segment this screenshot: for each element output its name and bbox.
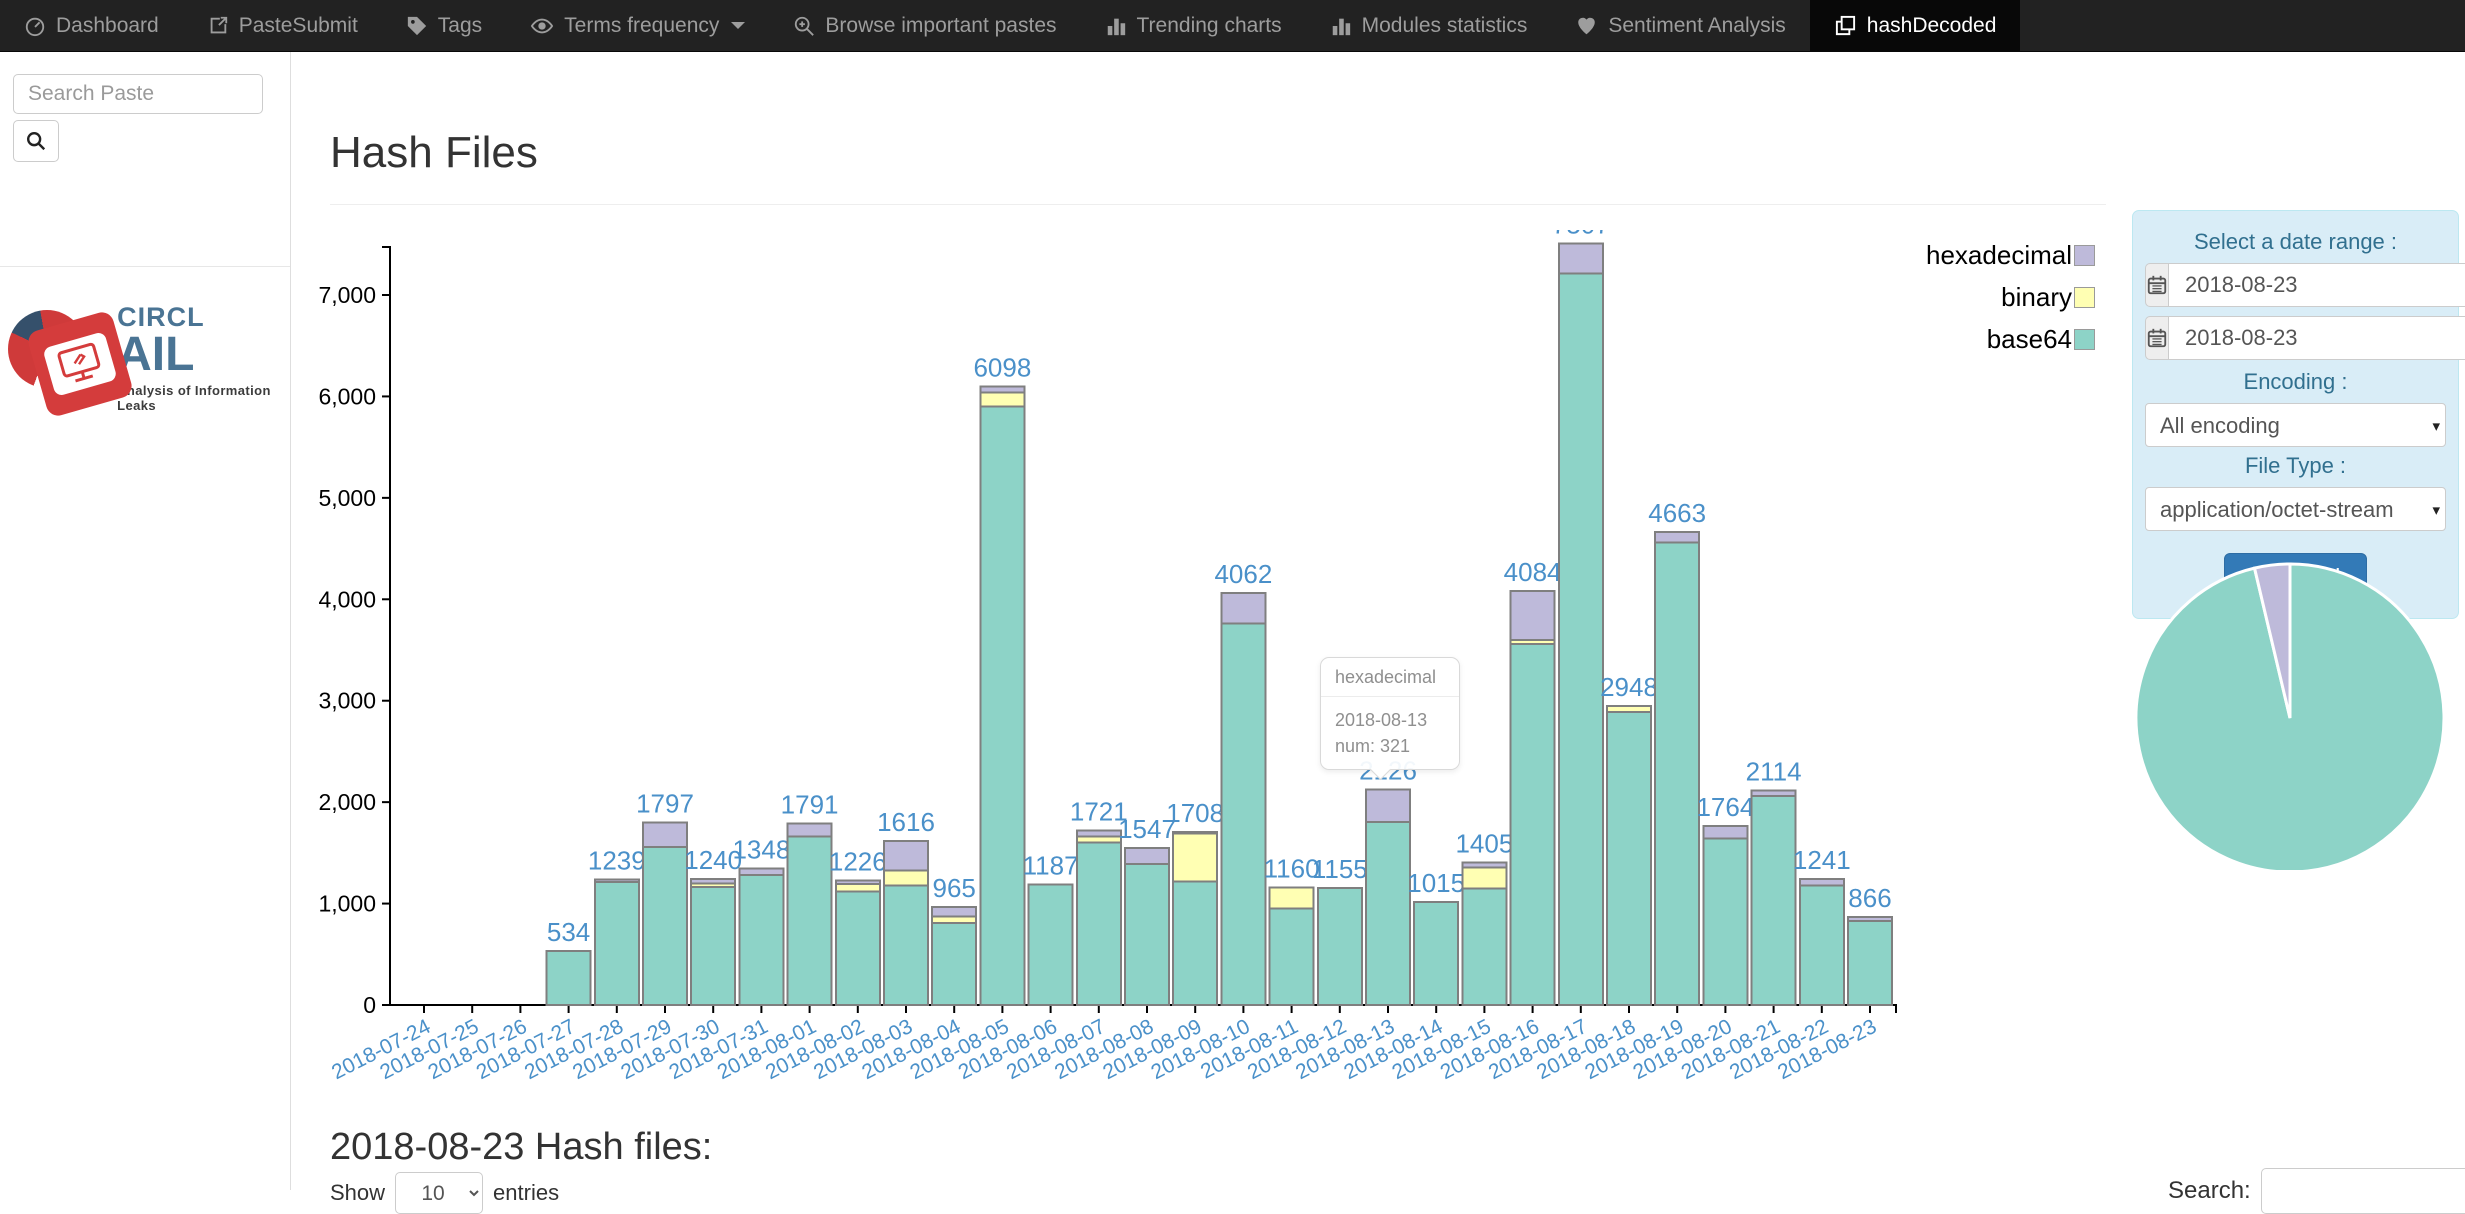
nav-browse-important-pastes[interactable]: Browse important pastes [769,0,1080,51]
nav-terms-frequency[interactable]: Terms frequency [506,0,769,51]
legend-swatch-binary [2074,287,2095,308]
chart-tooltip: hexadecimal 2018-08-13 num: 321 [1320,657,1460,770]
left-sidebar: CIRCL AIL Analysis of Information Leaks [0,52,291,1190]
nav-modules-statistics[interactable]: Modules statistics [1306,0,1552,51]
day-hash-files-title: 2018-08-23 Hash files: [330,1126,712,1169]
nav-tags[interactable]: Tags [382,0,506,51]
search-paste-button[interactable] [13,120,59,162]
tooltip-series-name: hexadecimal [1321,658,1459,697]
svg-text:1015: 1015 [1407,868,1465,898]
title-divider [330,204,2106,205]
nav-hashdecoded[interactable]: hashDecoded [1810,0,2021,51]
legend-item-base64[interactable]: base64 [1926,324,2095,355]
svg-text:1405: 1405 [1455,828,1513,858]
bar-chart-icon [1105,15,1127,37]
calendar-icon [2145,316,2168,360]
svg-text:6,000: 6,000 [318,383,376,409]
svg-text:3,000: 3,000 [318,688,376,714]
encoding-label: Encoding : [2145,369,2446,395]
nav-pastesubmit[interactable]: PasteSubmit [183,0,382,51]
svg-text:7,000: 7,000 [318,282,376,308]
legend-swatch-hexadecimal [2074,245,2095,266]
ail-logo-mark [8,292,109,412]
sidebar-divider [0,266,290,267]
logo-ail-text: AIL [117,331,290,380]
svg-text:6098: 6098 [973,352,1031,382]
svg-text:1226: 1226 [829,847,887,877]
svg-text:4062: 4062 [1214,559,1272,589]
page-title: Hash Files [330,128,538,178]
ail-logo: CIRCL AIL Analysis of Information Leaks [8,292,290,413]
tooltip-date: 2018-08-13 [1335,707,1445,733]
monitor-pin-icon [54,341,106,388]
svg-text:1791: 1791 [781,789,839,819]
svg-text:1797: 1797 [636,789,694,819]
calendar-icon [2145,263,2168,307]
svg-text:534: 534 [547,917,590,947]
tooltip-num: num: 321 [1335,733,1445,759]
search-icon [25,130,47,152]
svg-text:965: 965 [933,873,976,903]
svg-text:4663: 4663 [1648,498,1706,528]
logo-tagline: Analysis of Information Leaks [117,383,290,413]
svg-text:1764: 1764 [1696,792,1754,822]
nav-sentiment-analysis[interactable]: Sentiment Analysis [1551,0,1809,51]
legend-item-binary[interactable]: binary [1926,282,2095,313]
svg-text:1,000: 1,000 [318,891,376,917]
search-paste-input[interactable] [13,74,263,114]
encoding-pie-chart[interactable] [2118,558,2465,870]
heart-icon [1575,15,1598,37]
svg-text:1241: 1241 [1793,845,1851,875]
chevron-down-icon [731,22,745,29]
svg-text:2,000: 2,000 [318,789,376,815]
legend-swatch-base64 [2074,329,2095,350]
file-type-select[interactable]: application/octet-stream [2145,487,2446,531]
chart-legend: hexadecimal binary base64 [1926,240,2095,366]
nav-trending-charts[interactable]: Trending charts [1081,0,1306,51]
files-icon [1834,14,1857,37]
top-navbar: Dashboard PasteSubmit Tags Terms frequen… [0,0,2465,52]
search-plus-icon [793,15,815,37]
svg-text:1187: 1187 [1023,851,1079,881]
svg-text:0: 0 [363,992,376,1018]
svg-text:1155: 1155 [1312,854,1368,884]
date-range-label: Select a date range : [2145,229,2446,255]
logo-circl-text: CIRCL [117,304,290,331]
svg-text:1616: 1616 [877,807,935,837]
table-search-label: Search: [2168,1177,2251,1205]
paste-submit-icon [207,15,229,37]
bar-chart-icon [1330,15,1352,37]
dashboard-icon [24,15,46,37]
svg-text:866: 866 [1848,883,1891,913]
table-search-control: Search: [2168,1168,2465,1214]
svg-text:1348: 1348 [732,834,790,864]
nav-dashboard[interactable]: Dashboard [0,0,183,51]
svg-text:2114: 2114 [1746,757,1802,787]
tag-icon [406,15,428,37]
legend-item-hexadecimal[interactable]: hexadecimal [1926,240,2095,271]
svg-text:1239: 1239 [588,845,646,875]
show-entries-control: Show 10 entries [330,1172,559,1214]
svg-text:4,000: 4,000 [318,586,376,612]
entries-count-select[interactable]: 10 [395,1172,483,1214]
date-from-input[interactable] [2168,263,2465,307]
svg-text:2948: 2948 [1600,672,1658,702]
svg-text:7507: 7507 [1552,230,1610,240]
svg-text:1708: 1708 [1166,798,1224,828]
date-to-input[interactable] [2168,316,2465,360]
file-type-label: File Type : [2145,453,2446,479]
table-search-input[interactable] [2261,1168,2465,1214]
eye-icon [530,15,554,37]
encoding-select[interactable]: All encoding [2145,403,2446,447]
svg-text:5,000: 5,000 [318,485,376,511]
hash-files-bar-chart[interactable]: 0 1,000 2,000 3,000 4,000 5,000 6,000 7,000 2018… [300,230,2000,1090]
svg-text:4084: 4084 [1504,557,1562,587]
